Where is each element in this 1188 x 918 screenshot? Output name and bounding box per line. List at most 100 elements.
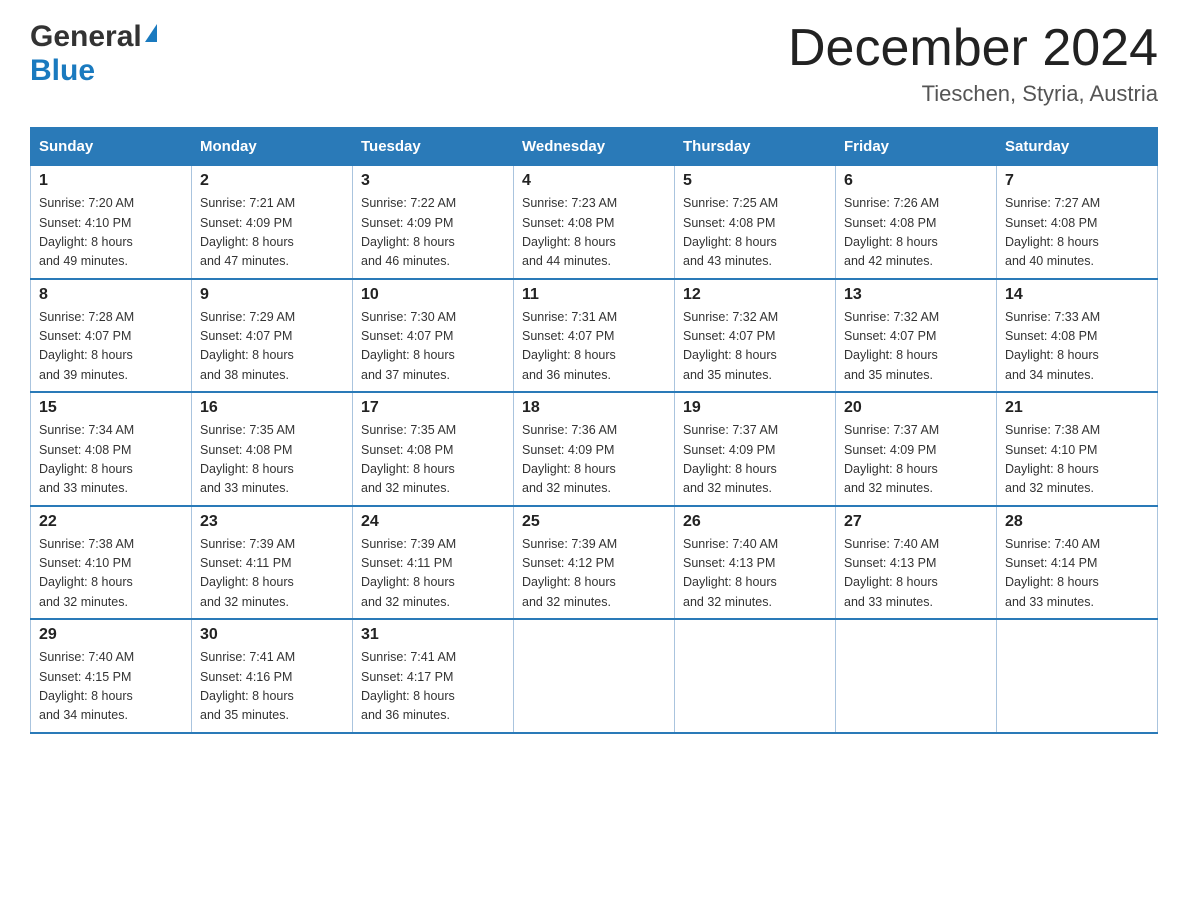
day-number: 5 bbox=[683, 172, 827, 190]
day-cell bbox=[836, 619, 997, 733]
day-number: 3 bbox=[361, 172, 505, 190]
day-cell: 21 Sunrise: 7:38 AMSunset: 4:10 PMDayligh… bbox=[997, 392, 1158, 506]
day-number: 2 bbox=[200, 172, 344, 190]
day-cell: 6 Sunrise: 7:26 AMSunset: 4:08 PMDaylight… bbox=[836, 166, 997, 279]
header-cell-sunday: Sunday bbox=[31, 128, 192, 166]
day-number: 15 bbox=[39, 399, 183, 417]
day-info: Sunrise: 7:21 AMSunset: 4:09 PMDaylight:… bbox=[200, 196, 295, 268]
calendar-header: SundayMondayTuesdayWednesdayThursdayFrid… bbox=[31, 128, 1158, 166]
month-title: December 2024 bbox=[788, 20, 1158, 77]
day-number: 18 bbox=[522, 399, 666, 417]
day-cell bbox=[514, 619, 675, 733]
header-cell-wednesday: Wednesday bbox=[514, 128, 675, 166]
day-info: Sunrise: 7:40 AMSunset: 4:15 PMDaylight:… bbox=[39, 650, 134, 722]
day-info: Sunrise: 7:20 AMSunset: 4:10 PMDaylight:… bbox=[39, 196, 134, 268]
week-row-1: 1 Sunrise: 7:20 AMSunset: 4:10 PMDaylight… bbox=[31, 166, 1158, 279]
logo-general: General bbox=[30, 20, 142, 54]
day-cell: 14Sunrise: 7:33 AMSunset: 4:08 PMDayligh… bbox=[997, 279, 1158, 393]
day-cell: 13 Sunrise: 7:32 AMSunset: 4:07 PMDayligh… bbox=[836, 279, 997, 393]
day-info: Sunrise: 7:32 AMSunset: 4:07 PMDaylight:… bbox=[844, 310, 939, 382]
day-cell: 22 Sunrise: 7:38 AMSunset: 4:10 PMDayligh… bbox=[31, 506, 192, 620]
day-cell: 17 Sunrise: 7:35 AMSunset: 4:08 PMDayligh… bbox=[353, 392, 514, 506]
title-area: December 2024 Tieschen, Styria, Austria bbox=[788, 20, 1158, 107]
logo-blue: Blue bbox=[30, 54, 95, 87]
day-cell: 11 Sunrise: 7:31 AMSunset: 4:07 PMDayligh… bbox=[514, 279, 675, 393]
day-number: 24 bbox=[361, 513, 505, 531]
day-cell: 2 Sunrise: 7:21 AMSunset: 4:09 PMDaylight… bbox=[192, 166, 353, 279]
week-row-5: 29 Sunrise: 7:40 AMSunset: 4:15 PMDayligh… bbox=[31, 619, 1158, 733]
day-number: 7 bbox=[1005, 172, 1149, 190]
day-cell: 25Sunrise: 7:39 AMSunset: 4:12 PMDayligh… bbox=[514, 506, 675, 620]
day-info: Sunrise: 7:30 AMSunset: 4:07 PMDaylight:… bbox=[361, 310, 456, 382]
day-info: Sunrise: 7:29 AMSunset: 4:07 PMDaylight:… bbox=[200, 310, 295, 382]
day-number: 29 bbox=[39, 626, 183, 644]
day-cell: 4 Sunrise: 7:23 AMSunset: 4:08 PMDaylight… bbox=[514, 166, 675, 279]
day-cell: 28Sunrise: 7:40 AMSunset: 4:14 PMDayligh… bbox=[997, 506, 1158, 620]
day-info: Sunrise: 7:41 AMSunset: 4:16 PMDaylight:… bbox=[200, 650, 295, 722]
header-cell-friday: Friday bbox=[836, 128, 997, 166]
day-number: 17 bbox=[361, 399, 505, 417]
day-number: 23 bbox=[200, 513, 344, 531]
day-cell: 8 Sunrise: 7:28 AMSunset: 4:07 PMDaylight… bbox=[31, 279, 192, 393]
day-number: 30 bbox=[200, 626, 344, 644]
day-number: 26 bbox=[683, 513, 827, 531]
day-number: 22 bbox=[39, 513, 183, 531]
day-cell: 19 Sunrise: 7:37 AMSunset: 4:09 PMDayligh… bbox=[675, 392, 836, 506]
week-row-2: 8 Sunrise: 7:28 AMSunset: 4:07 PMDaylight… bbox=[31, 279, 1158, 393]
day-info: Sunrise: 7:25 AMSunset: 4:08 PMDaylight:… bbox=[683, 196, 778, 268]
week-row-3: 15Sunrise: 7:34 AMSunset: 4:08 PMDayligh… bbox=[31, 392, 1158, 506]
day-number: 9 bbox=[200, 286, 344, 304]
day-number: 4 bbox=[522, 172, 666, 190]
day-cell: 23Sunrise: 7:39 AMSunset: 4:11 PMDayligh… bbox=[192, 506, 353, 620]
day-cell: 24 Sunrise: 7:39 AMSunset: 4:11 PMDayligh… bbox=[353, 506, 514, 620]
day-number: 1 bbox=[39, 172, 183, 190]
day-number: 16 bbox=[200, 399, 344, 417]
calendar-table: SundayMondayTuesdayWednesdayThursdayFrid… bbox=[30, 127, 1158, 734]
day-cell: 1 Sunrise: 7:20 AMSunset: 4:10 PMDaylight… bbox=[31, 166, 192, 279]
day-cell: 18 Sunrise: 7:36 AMSunset: 4:09 PMDayligh… bbox=[514, 392, 675, 506]
location-title: Tieschen, Styria, Austria bbox=[788, 81, 1158, 107]
day-number: 13 bbox=[844, 286, 988, 304]
logo: General Blue bbox=[30, 20, 157, 88]
day-number: 19 bbox=[683, 399, 827, 417]
day-cell bbox=[997, 619, 1158, 733]
day-info: Sunrise: 7:32 AMSunset: 4:07 PMDaylight:… bbox=[683, 310, 778, 382]
day-cell: 12 Sunrise: 7:32 AMSunset: 4:07 PMDayligh… bbox=[675, 279, 836, 393]
day-number: 28 bbox=[1005, 513, 1149, 531]
day-info: Sunrise: 7:23 AMSunset: 4:08 PMDaylight:… bbox=[522, 196, 617, 268]
day-info: Sunrise: 7:28 AMSunset: 4:07 PMDaylight:… bbox=[39, 310, 134, 382]
day-cell: 26 Sunrise: 7:40 AMSunset: 4:13 PMDayligh… bbox=[675, 506, 836, 620]
day-info: Sunrise: 7:40 AMSunset: 4:13 PMDaylight:… bbox=[683, 537, 778, 609]
header: General Blue December 2024 Tieschen, Sty… bbox=[30, 20, 1158, 107]
day-cell: 10Sunrise: 7:30 AMSunset: 4:07 PMDayligh… bbox=[353, 279, 514, 393]
day-number: 21 bbox=[1005, 399, 1149, 417]
day-info: Sunrise: 7:41 AMSunset: 4:17 PMDaylight:… bbox=[361, 650, 456, 722]
day-info: Sunrise: 7:26 AMSunset: 4:08 PMDaylight:… bbox=[844, 196, 939, 268]
header-cell-thursday: Thursday bbox=[675, 128, 836, 166]
day-info: Sunrise: 7:36 AMSunset: 4:09 PMDaylight:… bbox=[522, 423, 617, 495]
day-cell: 29 Sunrise: 7:40 AMSunset: 4:15 PMDayligh… bbox=[31, 619, 192, 733]
day-number: 8 bbox=[39, 286, 183, 304]
day-info: Sunrise: 7:35 AMSunset: 4:08 PMDaylight:… bbox=[361, 423, 456, 495]
header-cell-saturday: Saturday bbox=[997, 128, 1158, 166]
day-number: 11 bbox=[522, 286, 666, 304]
day-cell: 9 Sunrise: 7:29 AMSunset: 4:07 PMDaylight… bbox=[192, 279, 353, 393]
day-info: Sunrise: 7:37 AMSunset: 4:09 PMDaylight:… bbox=[683, 423, 778, 495]
day-number: 31 bbox=[361, 626, 505, 644]
day-cell: 5 Sunrise: 7:25 AMSunset: 4:08 PMDaylight… bbox=[675, 166, 836, 279]
day-info: Sunrise: 7:27 AMSunset: 4:08 PMDaylight:… bbox=[1005, 196, 1100, 268]
day-info: Sunrise: 7:38 AMSunset: 4:10 PMDaylight:… bbox=[1005, 423, 1100, 495]
day-cell: 30 Sunrise: 7:41 AMSunset: 4:16 PMDayligh… bbox=[192, 619, 353, 733]
day-info: Sunrise: 7:39 AMSunset: 4:12 PMDaylight:… bbox=[522, 537, 617, 609]
day-info: Sunrise: 7:37 AMSunset: 4:09 PMDaylight:… bbox=[844, 423, 939, 495]
day-info: Sunrise: 7:35 AMSunset: 4:08 PMDaylight:… bbox=[200, 423, 295, 495]
header-row: SundayMondayTuesdayWednesdayThursdayFrid… bbox=[31, 128, 1158, 166]
day-cell: 15Sunrise: 7:34 AMSunset: 4:08 PMDayligh… bbox=[31, 392, 192, 506]
day-info: Sunrise: 7:38 AMSunset: 4:10 PMDaylight:… bbox=[39, 537, 134, 609]
day-info: Sunrise: 7:31 AMSunset: 4:07 PMDaylight:… bbox=[522, 310, 617, 382]
day-cell bbox=[675, 619, 836, 733]
day-info: Sunrise: 7:39 AMSunset: 4:11 PMDaylight:… bbox=[361, 537, 456, 609]
day-number: 27 bbox=[844, 513, 988, 531]
day-number: 12 bbox=[683, 286, 827, 304]
day-number: 6 bbox=[844, 172, 988, 190]
